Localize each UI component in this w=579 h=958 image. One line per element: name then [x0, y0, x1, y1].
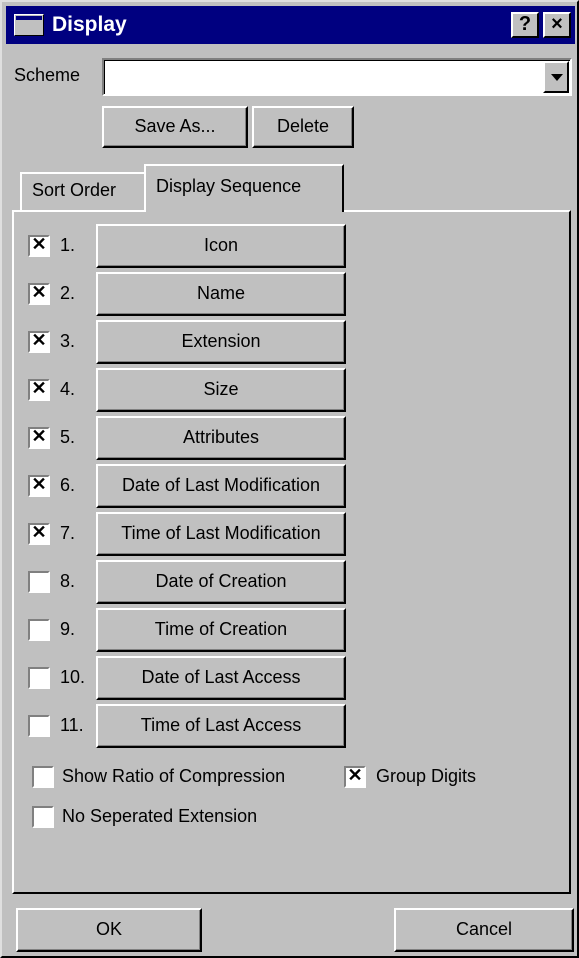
dropdown-arrow-icon[interactable]	[543, 61, 569, 93]
tab-sort-order-label: Sort Order	[32, 180, 117, 200]
delete-label: Delete	[276, 116, 330, 136]
scheme-input[interactable]	[104, 60, 570, 94]
scheme-label: Scheme	[14, 65, 81, 85]
save-as-label: Save As...	[134, 116, 216, 136]
tab-sort-order[interactable]: Sort Order	[20, 172, 146, 210]
delete-button[interactable]: Delete	[252, 106, 354, 148]
ok-button[interactable]: OK	[16, 908, 202, 952]
tab-display-sequence[interactable]: Display Sequence	[144, 164, 344, 212]
window-icon	[14, 14, 44, 36]
title-bar: Display ? ×	[6, 6, 575, 44]
window-title: Display	[52, 13, 127, 36]
close-button[interactable]: ×	[543, 12, 571, 38]
tab-display-sequence-label: Display Sequence	[156, 176, 302, 196]
cancel-label: Cancel	[455, 919, 513, 939]
scheme-combobox[interactable]	[102, 58, 572, 96]
help-button[interactable]: ?	[511, 12, 539, 38]
save-as-button[interactable]: Save As...	[102, 106, 248, 148]
display-dialog: Display ? × Scheme Save As... Delete Sor…	[0, 0, 579, 958]
ok-label: OK	[95, 919, 122, 939]
tab-panel	[12, 210, 571, 894]
cancel-button[interactable]: Cancel	[394, 908, 574, 952]
